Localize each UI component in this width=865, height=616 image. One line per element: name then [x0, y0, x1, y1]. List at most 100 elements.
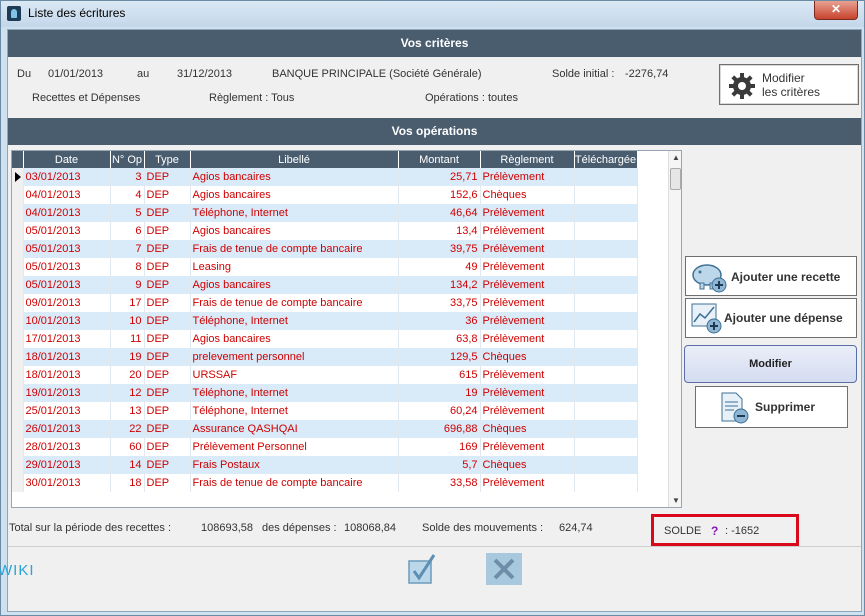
- cell-montant: 152,6: [398, 186, 481, 204]
- add-income-label: Ajouter une recette: [731, 270, 841, 284]
- table-row[interactable]: 10/01/2013 10 DEP Téléphone, Internet 36 Prél…: [12, 312, 638, 330]
- cell-libelle: Agios bancaires: [190, 168, 399, 186]
- cell-type: DEP: [144, 366, 191, 384]
- cell-reglement: Chèques: [480, 420, 575, 438]
- table-row[interactable]: 17/01/2013 11 DEP Agios bancaires 63,8 Prélèv…: [12, 330, 638, 348]
- cell-date: 03/01/2013: [23, 168, 111, 186]
- table-row[interactable]: 19/01/2013 12 DEP Téléphone, Internet 19 Prél…: [12, 384, 638, 402]
- delete-button[interactable]: Supprimer: [695, 386, 848, 428]
- table-row[interactable]: 30/01/2013 18 DEP Frais de tenue de compte …: [12, 474, 638, 492]
- filter-operations: Opérations : toutes: [425, 92, 518, 104]
- row-selector[interactable]: [12, 258, 24, 276]
- row-selector[interactable]: [12, 384, 24, 402]
- column-header[interactable]: Libellé: [190, 151, 399, 168]
- cell-montant: 33,58: [398, 474, 481, 492]
- row-selector[interactable]: [12, 456, 24, 474]
- cell-op: 22: [110, 420, 145, 438]
- row-selector[interactable]: [12, 420, 24, 438]
- row-selector[interactable]: [12, 438, 24, 456]
- scroll-up-icon[interactable]: ▲: [671, 153, 681, 162]
- row-selector[interactable]: [12, 294, 24, 312]
- row-selector[interactable]: [12, 402, 24, 420]
- main-panel: Vos critères Du 01/01/2013 au 31/12/2013…: [7, 29, 862, 612]
- solde-mouvements-value: 624,74: [559, 522, 593, 534]
- row-selector[interactable]: [12, 204, 24, 222]
- table-row[interactable]: 29/01/2013 14 DEP Frais Postaux 5,7 Chèques: [12, 456, 638, 474]
- column-header[interactable]: Règlement: [480, 151, 575, 168]
- row-selector[interactable]: [12, 366, 24, 384]
- column-header[interactable]: Date: [23, 151, 111, 168]
- add-expense-button[interactable]: Ajouter une dépense: [685, 298, 857, 338]
- cell-telechargee: [574, 222, 638, 240]
- table-row[interactable]: 25/01/2013 13 DEP Téléphone, Internet 60,24 P…: [12, 402, 638, 420]
- cell-op: 3: [110, 168, 145, 186]
- table-row[interactable]: 05/01/2013 7 DEP Frais de tenue de compte b…: [12, 240, 638, 258]
- cell-type: DEP: [144, 222, 191, 240]
- table-row[interactable]: 18/01/2013 20 DEP URSSAF 615 Prélèvement: [12, 366, 638, 384]
- solde-highlight: SOLDE ? : -1652: [651, 514, 799, 546]
- cell-op: 11: [110, 330, 145, 348]
- cancel-button[interactable]: [486, 553, 522, 585]
- row-selector[interactable]: [12, 474, 24, 492]
- cell-telechargee: [574, 438, 638, 456]
- app-icon: [7, 6, 21, 21]
- scroll-down-icon[interactable]: ▼: [671, 496, 681, 505]
- column-header[interactable]: Montant: [398, 151, 481, 168]
- solde-label: SOLDE: [664, 525, 702, 537]
- table-header-row: Date N° Op Type Libellé Montant Règlemen…: [12, 151, 638, 168]
- row-selector[interactable]: [12, 348, 24, 366]
- close-button[interactable]: ✕: [814, 1, 858, 20]
- table-row[interactable]: 09/01/2013 17 DEP Frais de tenue de compte …: [12, 294, 638, 312]
- cell-montant: 19: [398, 384, 481, 402]
- cell-reglement: Prélèvement: [480, 222, 575, 240]
- validate-button[interactable]: [406, 553, 438, 585]
- column-header[interactable]: Type: [144, 151, 191, 168]
- cell-op: 6: [110, 222, 145, 240]
- cell-type: DEP: [144, 204, 191, 222]
- cell-montant: 5,7: [398, 456, 481, 474]
- row-selector[interactable]: [12, 240, 24, 258]
- cell-date: 04/01/2013: [23, 204, 111, 222]
- row-selector[interactable]: [12, 312, 24, 330]
- cell-montant: 696,88: [398, 420, 481, 438]
- cell-montant: 60,24: [398, 402, 481, 420]
- row-selector[interactable]: [12, 330, 24, 348]
- cell-reglement: Prélèvement: [480, 204, 575, 222]
- cell-op: 19: [110, 348, 145, 366]
- column-header[interactable]: Téléchargée: [574, 151, 638, 168]
- row-selector[interactable]: [12, 276, 24, 294]
- table-row[interactable]: 26/01/2013 22 DEP Assurance QASHQAI 696,88 Ch…: [12, 420, 638, 438]
- divider: [8, 546, 861, 547]
- au-label: au: [137, 68, 150, 80]
- modify-button[interactable]: Modifier: [684, 345, 857, 383]
- row-selector[interactable]: [12, 222, 24, 240]
- table-row[interactable]: 28/01/2013 60 DEP Prélèvement Personnel 169 P…: [12, 438, 638, 456]
- add-income-button[interactable]: Ajouter une recette: [685, 256, 857, 296]
- table-row[interactable]: 18/01/2013 19 DEP prelevement personnel 129,…: [12, 348, 638, 366]
- cell-date: 04/01/2013: [23, 186, 111, 204]
- cell-date: 09/01/2013: [23, 294, 111, 312]
- vertical-scrollbar[interactable]: ▲ ▼: [668, 151, 681, 507]
- cell-date: 05/01/2013: [23, 222, 111, 240]
- cell-reglement: Prélèvement: [480, 330, 575, 348]
- table-row[interactable]: 05/01/2013 6 DEP Agios bancaires 13,4 Prélève…: [12, 222, 638, 240]
- scrollbar-thumb[interactable]: [670, 168, 681, 190]
- cell-date: 10/01/2013: [23, 312, 111, 330]
- cell-date: 18/01/2013: [23, 348, 111, 366]
- row-selector-header: [12, 151, 24, 168]
- table-row[interactable]: 04/01/2013 5 DEP Téléphone, Internet 46,64 Pr…: [12, 204, 638, 222]
- gear-icon: [729, 73, 755, 99]
- cell-op: 10: [110, 312, 145, 330]
- help-icon[interactable]: ?: [711, 524, 718, 538]
- cell-reglement: Prélèvement: [480, 438, 575, 456]
- row-selector[interactable]: [12, 186, 24, 204]
- table-row[interactable]: 05/01/2013 8 DEP Leasing 49 Prélèvement: [12, 258, 638, 276]
- row-selector[interactable]: [12, 168, 24, 186]
- table-row[interactable]: 05/01/2013 9 DEP Agios bancaires 134,2 Prélèv…: [12, 276, 638, 294]
- column-header[interactable]: N° Op: [110, 151, 145, 168]
- table-row[interactable]: 04/01/2013 4 DEP Agios bancaires 152,6 Chèque…: [12, 186, 638, 204]
- cell-telechargee: [574, 348, 638, 366]
- modify-criteria-button[interactable]: Modifier les critères: [719, 64, 859, 105]
- cell-type: DEP: [144, 240, 191, 258]
- table-row[interactable]: 03/01/2013 3 DEP Agios bancaires 25,71 Prélèv…: [12, 168, 638, 186]
